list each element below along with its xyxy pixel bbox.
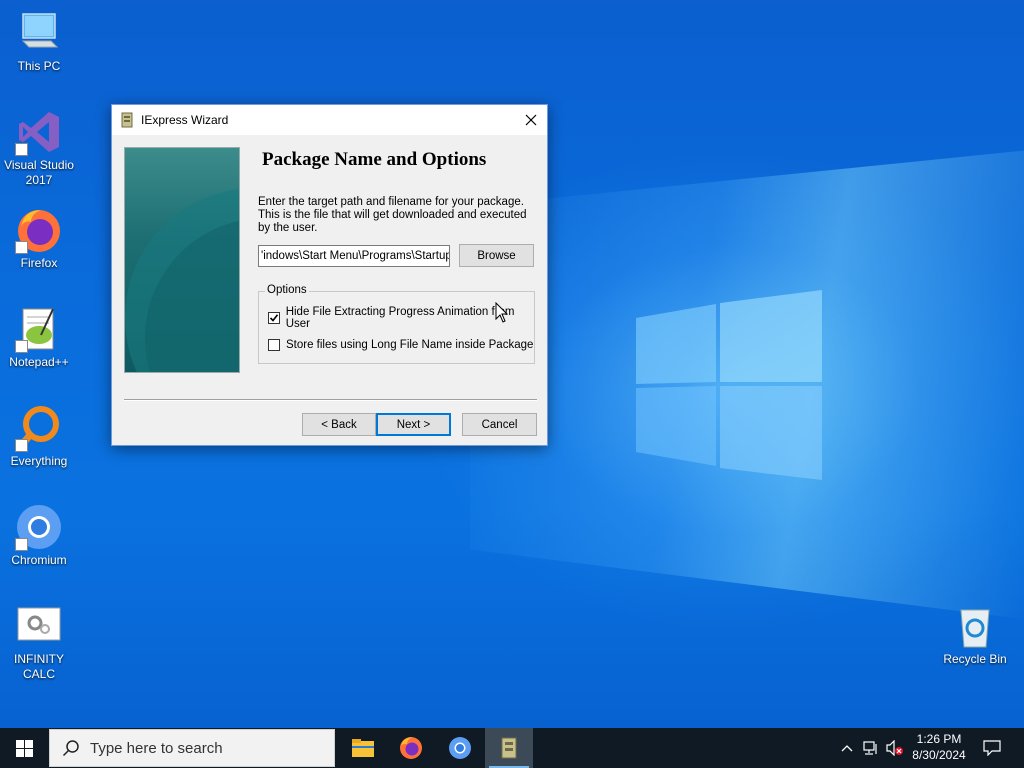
taskbar-iexpress[interactable] bbox=[485, 728, 533, 768]
options-groupbox: Options Hide File Extracting Progress An… bbox=[258, 284, 535, 364]
notification-icon bbox=[983, 740, 1001, 756]
everything-search-icon bbox=[15, 404, 63, 452]
next-button[interactable]: Next > bbox=[376, 413, 451, 436]
cancel-button[interactable]: Cancel bbox=[462, 413, 537, 436]
desktop-icon-label: Notepad++ bbox=[9, 355, 69, 369]
windows-start-icon bbox=[15, 739, 33, 757]
chevron-up-icon bbox=[841, 745, 853, 752]
long-filename-checkbox[interactable] bbox=[268, 339, 280, 351]
dialog-separator bbox=[124, 399, 537, 401]
desktop-icon-label: Firefox bbox=[20, 256, 58, 270]
browse-button[interactable]: Browse bbox=[459, 244, 534, 267]
options-legend: Options bbox=[265, 284, 309, 296]
iexpress-icon bbox=[501, 737, 517, 759]
taskbar: Type here to search 1:26 PM 8/30/2024 bbox=[0, 728, 1024, 768]
show-hidden-icons-button[interactable] bbox=[838, 728, 856, 768]
desktop-icon-notepad-plus-plus[interactable]: Notepad++ bbox=[1, 305, 77, 370]
shortcut-arrow-icon bbox=[15, 538, 28, 551]
clock-time: 1:26 PM bbox=[916, 732, 962, 746]
close-button[interactable] bbox=[515, 105, 547, 135]
this-pc-icon bbox=[15, 9, 63, 57]
dialog-titlebar[interactable]: IExpress Wizard bbox=[112, 105, 547, 135]
taskbar-chromium[interactable] bbox=[436, 728, 484, 768]
close-icon bbox=[525, 114, 537, 126]
page-heading: Package Name and Options bbox=[262, 149, 487, 170]
infinity-calc-icon bbox=[15, 602, 63, 650]
desktop-icon-recycle-bin[interactable]: Recycle Bin bbox=[937, 602, 1013, 667]
desktop-icon-label: Everything bbox=[10, 454, 68, 468]
file-explorer-icon bbox=[352, 739, 374, 757]
long-filename-label: Store files using Long File Name inside … bbox=[286, 339, 534, 351]
desktop-icon-visual-studio[interactable]: Visual Studio 2017 bbox=[1, 108, 77, 188]
iexpress-wizard-dialog: IExpress Wizard Package Name and Options… bbox=[111, 104, 548, 446]
search-icon bbox=[62, 740, 79, 757]
taskbar-file-explorer[interactable] bbox=[339, 728, 387, 768]
taskbar-search-box[interactable]: Type here to search bbox=[49, 729, 335, 767]
volume-muted-icon bbox=[886, 740, 903, 756]
taskbar-clock[interactable]: 1:26 PM 8/30/2024 bbox=[906, 731, 972, 763]
desktop-icon-infinity-calc[interactable]: INFINITY CALC bbox=[1, 602, 77, 682]
desktop-icon-chromium[interactable]: Chromium bbox=[1, 503, 77, 568]
recycle-bin-icon bbox=[951, 602, 999, 650]
desktop-icon-everything[interactable]: Everything bbox=[1, 404, 77, 469]
firefox-icon bbox=[400, 737, 422, 759]
mouse-cursor-icon bbox=[495, 302, 509, 323]
windows-logo-wallpaper bbox=[636, 290, 822, 480]
shortcut-arrow-icon bbox=[15, 439, 28, 452]
action-center-button[interactable] bbox=[976, 728, 1008, 768]
hide-progress-checkbox[interactable] bbox=[268, 312, 280, 324]
firefox-icon bbox=[15, 206, 63, 254]
desktop-icon-label: Chromium bbox=[11, 553, 67, 567]
iexpress-app-icon bbox=[121, 112, 133, 128]
back-button[interactable]: < Back bbox=[302, 413, 376, 436]
shortcut-arrow-icon bbox=[15, 340, 28, 353]
taskbar-firefox[interactable] bbox=[387, 728, 435, 768]
desktop-icon-firefox[interactable]: Firefox bbox=[1, 206, 77, 271]
long-filename-option[interactable]: Store files using Long File Name inside … bbox=[268, 339, 533, 351]
start-button[interactable] bbox=[0, 728, 48, 768]
desktop-icon-label: Recycle Bin bbox=[943, 652, 1007, 666]
chromium-icon bbox=[449, 737, 471, 759]
dialog-title: IExpress Wizard bbox=[141, 113, 229, 127]
checkmark-icon bbox=[269, 314, 279, 322]
wizard-side-graphic bbox=[124, 147, 240, 373]
network-tray-button[interactable] bbox=[860, 728, 882, 768]
desktop-icon-label: Visual Studio 2017 bbox=[4, 158, 74, 187]
instruction-text: Enter the target path and filename for y… bbox=[258, 196, 527, 234]
search-placeholder: Type here to search bbox=[90, 739, 223, 757]
desktop-icon-this-pc[interactable]: This PC bbox=[1, 9, 77, 74]
desktop-icon-label: This PC bbox=[17, 59, 61, 73]
notepad-plus-plus-icon bbox=[15, 305, 63, 353]
shortcut-arrow-icon bbox=[15, 143, 28, 156]
chromium-icon bbox=[15, 503, 63, 551]
shortcut-arrow-icon bbox=[15, 241, 28, 254]
volume-tray-button[interactable] bbox=[884, 728, 906, 768]
desktop-icon-label: INFINITY CALC bbox=[14, 652, 64, 681]
target-path-input[interactable]: 'indows\Start Menu\Programs\Startup\ bbox=[258, 245, 450, 267]
visual-studio-icon bbox=[15, 108, 63, 156]
clock-date: 8/30/2024 bbox=[912, 748, 966, 762]
network-icon bbox=[863, 741, 877, 755]
